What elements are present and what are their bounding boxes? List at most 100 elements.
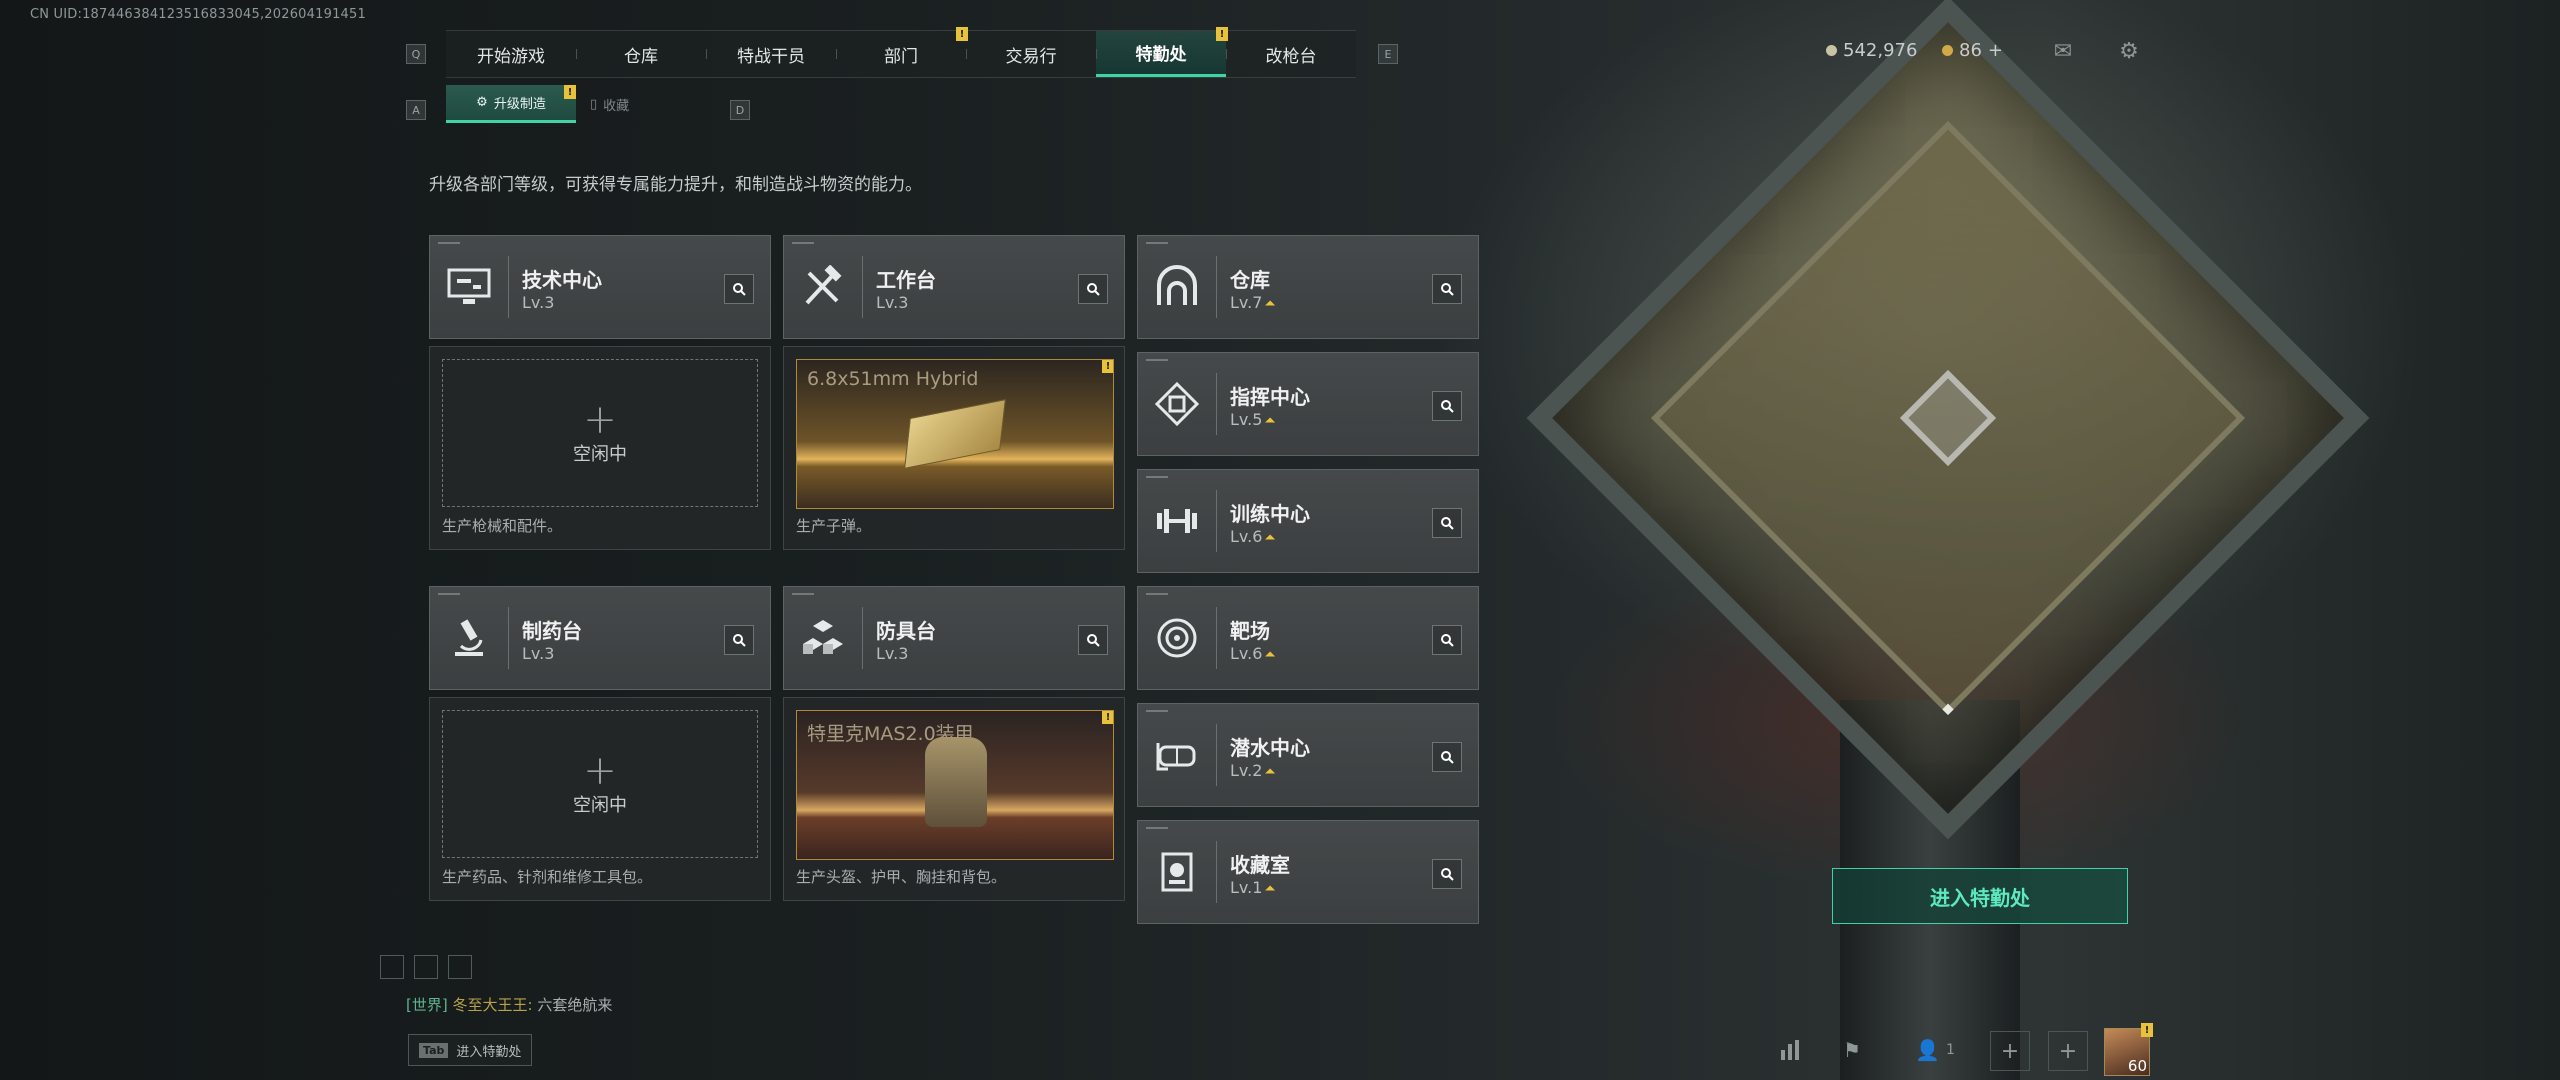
tab-label: 改枪台 (1265, 46, 1317, 67)
key-hint-q: Q (406, 44, 426, 64)
department-level: Lv.3 (522, 644, 555, 663)
diving-mask-icon (1152, 730, 1202, 780)
coin-amount: 542,976 (1843, 40, 1918, 61)
product-name: 6.8x51mm Hybrid (807, 368, 979, 390)
chat-emoji-icon[interactable] (414, 955, 438, 979)
department-card-shooting-range[interactable]: 靶场 Lv.6 ⏶ (1137, 586, 1479, 690)
chat-settings-icon[interactable] (448, 955, 472, 979)
subtab-label: 升级制造 (493, 97, 546, 112)
search-icon[interactable] (724, 274, 754, 304)
department-card-storage[interactable]: 仓库 Lv.7 ⏶ (1137, 235, 1479, 339)
level-text: Lv.6 (1230, 527, 1263, 546)
tab-departments[interactable]: 部门! (836, 27, 968, 77)
monitor-icon (444, 262, 494, 312)
tab-gunsmith[interactable]: 改枪台 (1226, 31, 1356, 77)
upgrade-arrow-icon: ⏶ (1264, 647, 1276, 663)
upgrade-arrow-icon: ⏶ (1264, 296, 1276, 312)
production-slot-tech-center[interactable]: + 空闲中 生产枪械和配件。 (429, 346, 771, 550)
add-gold-button[interactable]: + (1988, 40, 2003, 61)
department-card-collection-room[interactable]: 收藏室 Lv.1 ⏶ (1137, 820, 1479, 924)
level-text: Lv.7 (1230, 293, 1263, 312)
key-hint-a: A (406, 100, 426, 120)
subtab-collection[interactable]: ▯ 收藏 (576, 85, 643, 123)
tools-icon (798, 262, 848, 312)
search-icon[interactable] (1078, 625, 1108, 655)
squad-button[interactable]: 👤 1 (1900, 1030, 1970, 1070)
search-icon[interactable] (1432, 742, 1462, 772)
cubes-icon (798, 613, 848, 663)
tab-label: 部门 (884, 46, 918, 67)
coin-icon (1826, 45, 1837, 56)
production-slot-pharmacy[interactable]: + 空闲中 生产药品、针剂和维修工具包。 (429, 697, 771, 901)
department-card-armor-bench[interactable]: 防具台 Lv.3 (783, 586, 1125, 690)
department-name: 潜水中心 (1230, 736, 1310, 760)
target-icon (1152, 613, 1202, 663)
search-icon[interactable] (1078, 274, 1108, 304)
department-level: Lv.2 ⏶ (1230, 761, 1276, 780)
department-name: 制药台 (522, 619, 582, 643)
plus-icon: + (583, 748, 617, 794)
department-level: Lv.6 ⏶ (1230, 644, 1276, 663)
stats-icon[interactable] (1770, 1030, 1810, 1070)
tab-label: 开始游戏 (477, 46, 545, 67)
chat-channel-icon[interactable] (380, 955, 404, 979)
search-icon[interactable] (1432, 274, 1462, 304)
production-slot-workbench[interactable]: 6.8x51mm Hybrid ! 生产子弹。 (783, 346, 1125, 550)
add-friend-button-1[interactable]: + (1990, 1031, 2030, 1071)
tab-market[interactable]: 交易行 (966, 31, 1096, 77)
department-card-diving-center[interactable]: 潜水中心 Lv.2 ⏶ (1137, 703, 1479, 807)
department-card-pharmacy[interactable]: 制药台 Lv.3 (429, 586, 771, 690)
upgrade-arrow-icon: ⏶ (1264, 764, 1276, 780)
search-icon[interactable] (1432, 391, 1462, 421)
notification-badge: ! (1102, 711, 1113, 724)
tab-operators[interactable]: 特战干员 (706, 31, 836, 77)
department-card-workbench[interactable]: 工作台 Lv.3 (783, 235, 1125, 339)
tab-warehouse[interactable]: 仓库 (576, 31, 706, 77)
production-item[interactable]: 特里克MAS2.0装甲 ! (796, 710, 1114, 860)
tab-hint-label: 进入特勤处 (456, 1044, 522, 1060)
production-item[interactable]: 6.8x51mm Hybrid ! (796, 359, 1114, 509)
mail-icon[interactable]: ✉ (2048, 36, 2078, 66)
gold-balance[interactable]: 86 + (1942, 40, 2003, 61)
enter-special-ops-button[interactable]: 进入特勤处 (1832, 868, 2128, 924)
slot-note: 生产药品、针剂和维修工具包。 (442, 868, 653, 886)
dumbbell-icon (1152, 496, 1202, 546)
tab-start-game[interactable]: 开始游戏 (446, 31, 576, 77)
search-icon[interactable] (1432, 625, 1462, 655)
tab-key-hint[interactable]: Tab 进入特勤处 (408, 1034, 533, 1066)
department-level: Lv.5 ⏶ (1230, 410, 1276, 429)
department-card-training-center[interactable]: 训练中心 Lv.6 ⏶ (1137, 469, 1479, 573)
gear-icon[interactable]: ⚙ (2114, 36, 2144, 66)
subtab-upgrade-craft[interactable]: ⚙ 升级制造 ! (446, 85, 576, 123)
flag-icon[interactable]: ⚑ (1832, 1030, 1872, 1070)
gold-amount: 86 (1959, 40, 1982, 61)
level-text: Lv.5 (1230, 410, 1263, 429)
tab-special-ops[interactable]: 特勤处! (1096, 27, 1228, 77)
slot-note: 生产枪械和配件。 (442, 517, 563, 535)
storage-arch-icon (1152, 262, 1202, 312)
search-icon[interactable] (1432, 859, 1462, 889)
department-card-command-center[interactable]: 指挥中心 Lv.5 ⏶ (1137, 352, 1479, 456)
slot-note: 生产子弹。 (796, 517, 872, 535)
department-name: 指挥中心 (1230, 385, 1310, 409)
gold-coin-icon (1942, 45, 1953, 56)
player-level: 60 (2127, 1057, 2147, 1075)
trophy-icon (1152, 847, 1202, 897)
subtab-label: 收藏 (603, 98, 630, 114)
player-avatar[interactable]: 60 ! (2104, 1023, 2153, 1076)
search-icon[interactable] (724, 625, 754, 655)
add-friend-button-2[interactable]: + (2048, 1031, 2088, 1071)
department-card-tech-center[interactable]: 技术中心 Lv.3 (429, 235, 771, 339)
level-text: Lv.1 (1230, 878, 1263, 897)
ammo-box-image (904, 399, 1006, 469)
chat-text: 六套绝航来 (537, 996, 613, 1014)
idle-slot[interactable]: + 空闲中 (442, 359, 758, 507)
idle-slot[interactable]: + 空闲中 (442, 710, 758, 858)
department-name: 训练中心 (1230, 502, 1310, 526)
chat-message[interactable]: [世界] 冬至大王王: 六套绝航来 (406, 994, 612, 1015)
department-level: Lv.6 ⏶ (1230, 527, 1276, 546)
department-name: 仓库 (1230, 268, 1270, 292)
chat-toolbar (380, 955, 472, 979)
search-icon[interactable] (1432, 508, 1462, 538)
production-slot-armor-bench[interactable]: 特里克MAS2.0装甲 ! 生产头盔、护甲、胸挂和背包。 (783, 697, 1125, 901)
